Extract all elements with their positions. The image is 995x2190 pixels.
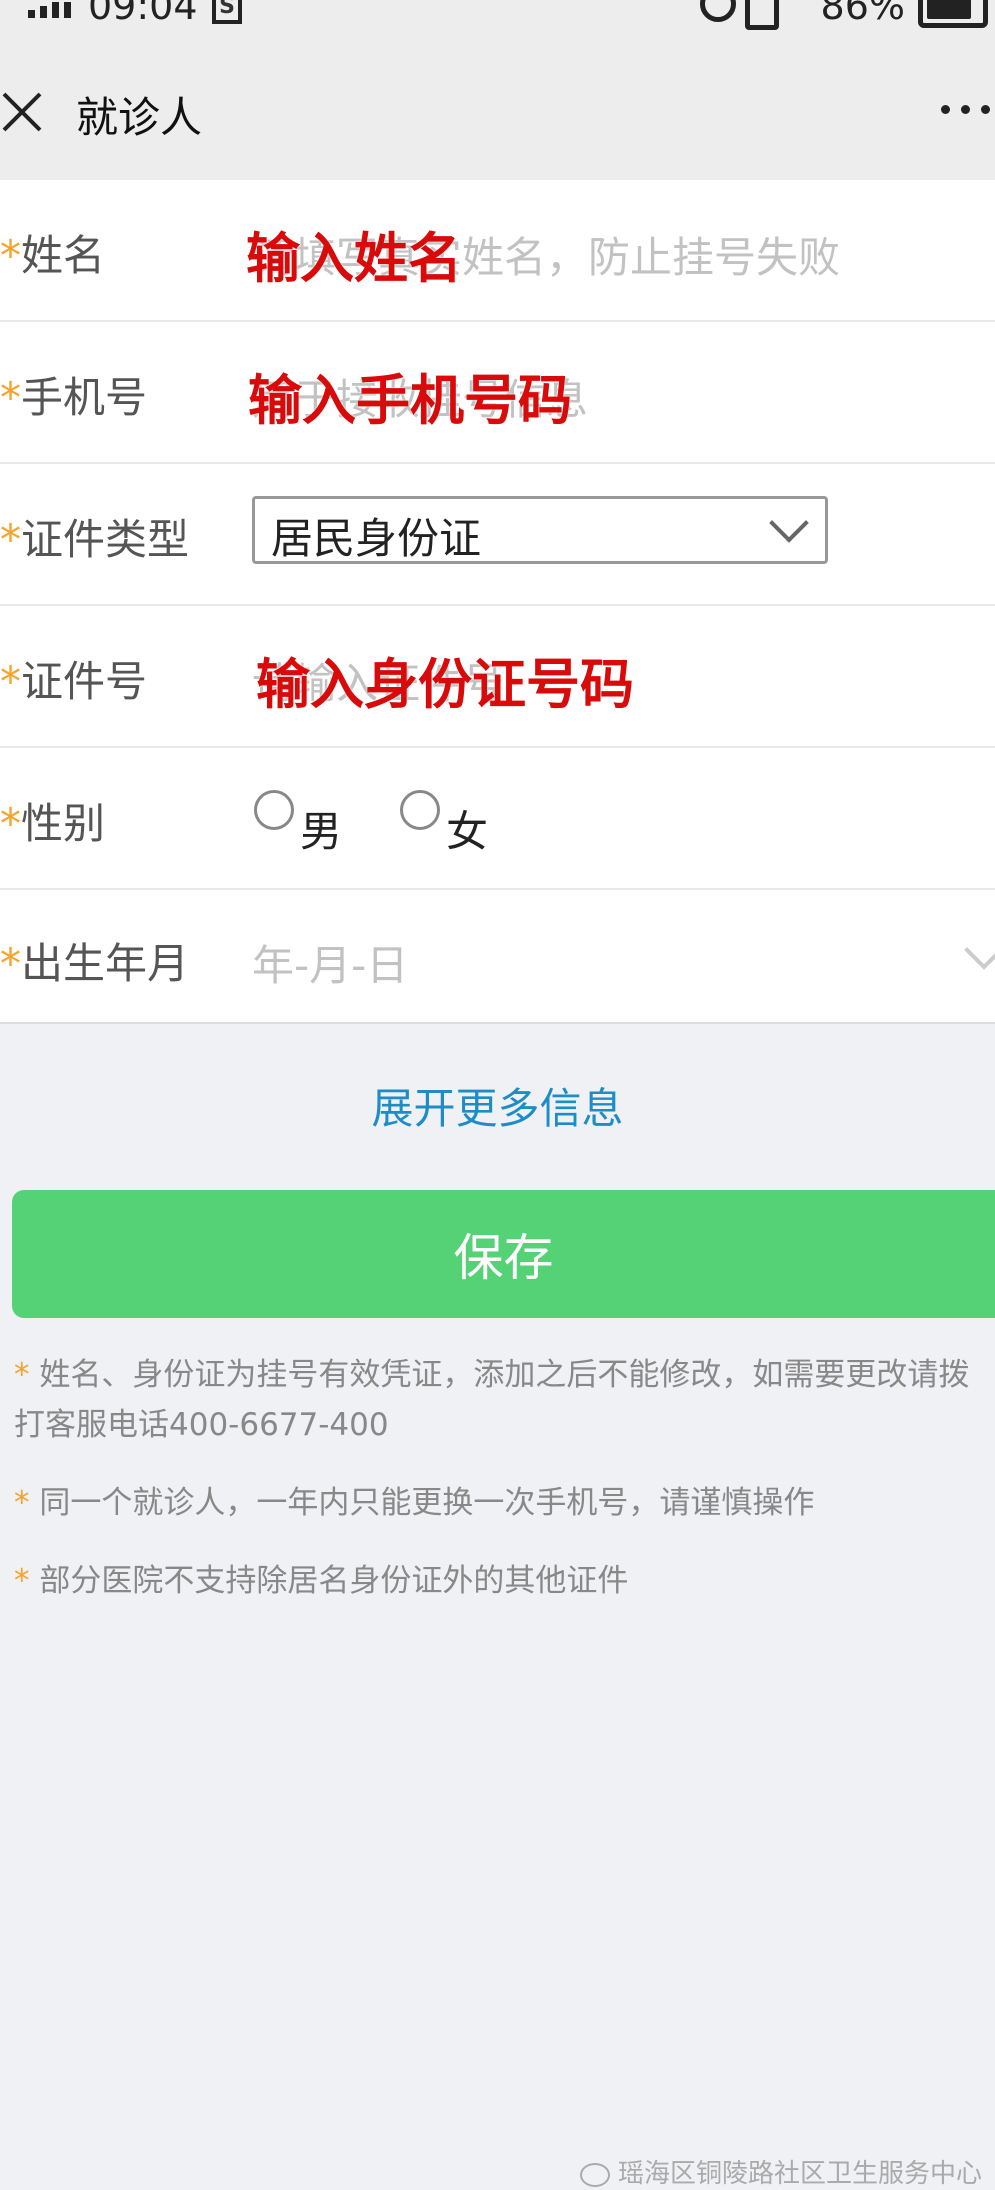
status-bar: 09:04 S 86%: [0, 0, 995, 40]
phone-label: *手机号: [0, 373, 148, 422]
gender-male-label: 男: [300, 807, 343, 856]
gender-female-label: 女: [446, 807, 489, 856]
watermark-text: 瑶海区铜陵路社区卫生服务中心: [618, 2159, 983, 2189]
phone-annotation: 输入手机号码: [248, 369, 572, 432]
wechat-icon: [580, 2162, 610, 2187]
watermark: 瑶海区铜陵路社区卫生服务中心: [580, 2153, 982, 2190]
id-number-row: *证件号 请输入证件号 输入身份证号码: [0, 606, 995, 748]
id-number-label: *证件号: [0, 657, 148, 706]
notes-list: * 姓名、身份证为挂号有效凭证，添加之后不能修改，如需要更改请拨打客服电话400…: [14, 1350, 989, 1634]
chevron-down-icon: [964, 930, 995, 970]
vibrate-icon: [745, 0, 779, 30]
alarm-icon: [700, 0, 736, 22]
status-time: 09:04: [88, 0, 198, 28]
id-type-value: 居民身份证: [271, 514, 482, 563]
id-type-select[interactable]: 居民身份证: [252, 496, 828, 564]
birth-date-input[interactable]: 年-月-日: [252, 932, 408, 993]
note-item: * 部分医院不支持除居名身份证外的其他证件: [14, 1563, 629, 1599]
battery-icon: [918, 0, 988, 28]
birth-label: *出生年月: [0, 939, 190, 988]
note-item: * 同一个就诊人，一年内只能更换一次手机号，请谨慎操作: [14, 1485, 815, 1521]
id-number-annotation: 输入身份证号码: [256, 653, 634, 716]
battery-percent: 86%: [820, 0, 905, 28]
name-row: *姓名 请填写真实姓名，防止挂号失败 输入姓名: [0, 180, 995, 322]
signal-icon: [28, 2, 71, 18]
name-label: *姓名: [0, 231, 106, 280]
patient-form: *姓名 请填写真实姓名，防止挂号失败 输入姓名 *手机号 用于接收挂号信息 输入…: [0, 180, 995, 1024]
gender-female-radio[interactable]: [400, 790, 440, 830]
s-app-icon: S: [212, 0, 242, 24]
close-icon[interactable]: [0, 90, 44, 134]
name-annotation: 输入姓名: [246, 227, 462, 290]
save-button[interactable]: 保存: [12, 1190, 995, 1318]
birth-row[interactable]: *出生年月 年-月-日: [0, 888, 995, 1028]
gender-label: *性别: [0, 799, 106, 848]
expand-more-info-link[interactable]: 展开更多信息: [0, 1075, 995, 1136]
nav-bar: 就诊人: [0, 40, 995, 182]
id-type-label: *证件类型: [0, 515, 190, 564]
id-type-row: *证件类型 居民身份证: [0, 464, 995, 606]
gender-male-radio[interactable]: [254, 790, 294, 830]
phone-row: *手机号 用于接收挂号信息 输入手机号码: [0, 322, 995, 464]
note-item: * 姓名、身份证为挂号有效凭证，添加之后不能修改，如需要更改请拨打客服电话400…: [14, 1357, 970, 1443]
more-icon[interactable]: [941, 102, 995, 118]
gender-row: *性别 男 女: [0, 748, 995, 890]
page-title: 就诊人: [76, 93, 203, 142]
chevron-down-icon: [769, 503, 809, 543]
